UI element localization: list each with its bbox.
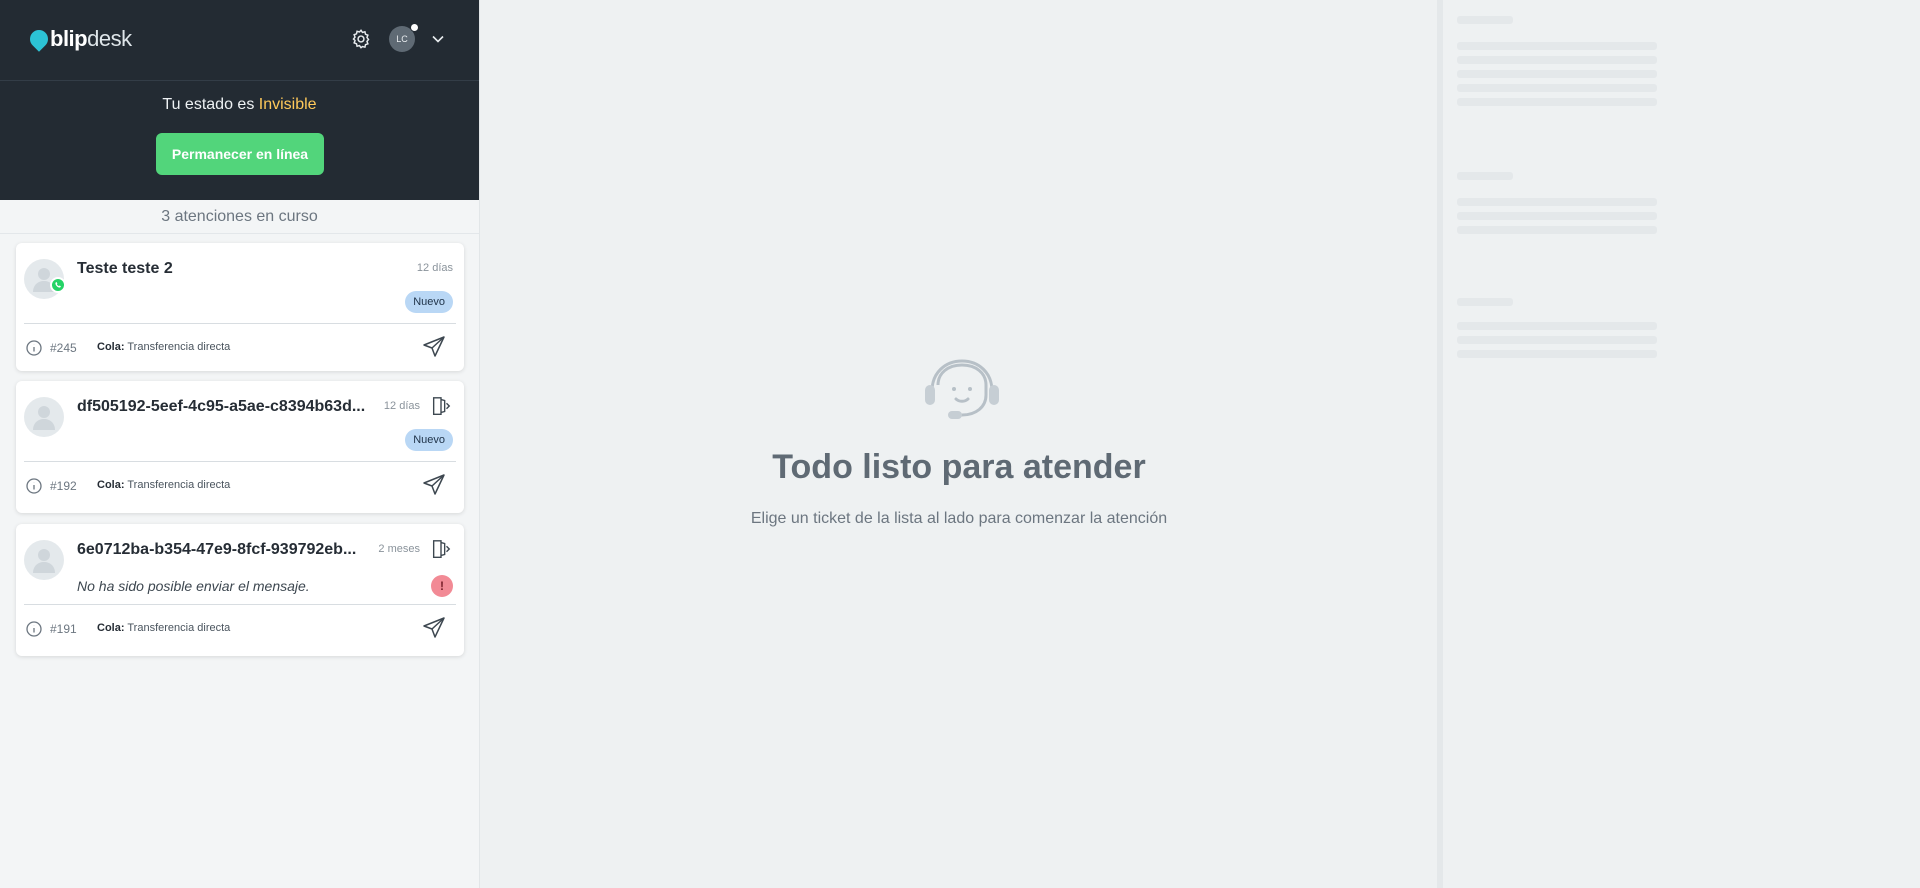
contact-details-panel [1437, 0, 1920, 888]
info-icon[interactable] [26, 340, 42, 356]
ticket-time: 12 días [416, 262, 453, 274]
contact-avatar [24, 540, 64, 580]
ticket-id: #245 [50, 341, 77, 355]
headset-agent-icon [925, 359, 999, 419]
presence-dot [410, 23, 419, 32]
tickets-sidebar: blip desk LC Tu estado es Invisible Perma… [0, 0, 480, 888]
ticket-queue: Cola: Transferencia directa [97, 341, 230, 353]
sidebar-header: blip desk LC Tu estado es Invisible Perma… [0, 0, 479, 200]
last-message: No ha sido posible enviar el mensaje. [77, 578, 310, 594]
skeleton-line [1457, 226, 1657, 234]
exit-door-icon[interactable] [430, 395, 452, 417]
skeleton-line [1457, 16, 1513, 24]
header-divider [0, 80, 479, 81]
skeleton-line [1457, 322, 1657, 330]
brand-name-light: desk [87, 26, 132, 51]
ticket-time: 2 meses [378, 543, 420, 555]
ticket-id: #192 [50, 479, 77, 493]
exit-door-icon[interactable] [430, 538, 452, 560]
new-badge: Nuevo [405, 291, 453, 313]
brand-name-bold: blip [50, 26, 88, 51]
ticket-queue: Cola: Transferencia directa [97, 622, 230, 634]
avatar-initials: LC [396, 34, 408, 44]
ticket-id: #191 [50, 622, 77, 636]
skeleton-line [1457, 172, 1513, 180]
header-actions: LC [349, 23, 445, 52]
stay-online-button[interactable]: Permanecer en línea [156, 133, 324, 175]
gear-icon[interactable] [349, 27, 373, 51]
chevron-down-icon[interactable] [431, 32, 445, 46]
status-value: Invisible [258, 96, 317, 113]
send-icon[interactable] [422, 473, 446, 497]
status-text: Tu estado es Invisible [0, 96, 479, 114]
ticket-card[interactable]: df505192-5eef-4c95-a5ae-c8394b63d... 12 … [16, 381, 464, 513]
queue-value: Transferencia directa [127, 622, 231, 634]
new-badge: Nuevo [405, 429, 453, 451]
skeleton-line [1457, 84, 1657, 92]
user-avatar[interactable]: LC [389, 23, 419, 52]
logo-mark-icon [26, 26, 52, 52]
error-badge: ! [431, 575, 453, 597]
ticket-card[interactable]: 6e0712ba-b354-47e9-8fcf-939792eb... 2 me… [16, 524, 464, 656]
skeleton-line [1457, 336, 1657, 344]
skeleton-line [1457, 98, 1657, 106]
skeleton-line [1457, 70, 1657, 78]
contact-name: Teste teste 2 [77, 260, 173, 277]
ticket-time: 12 días [383, 400, 420, 412]
queue-value: Transferencia directa [127, 479, 231, 491]
queue-label: Cola: [97, 341, 125, 353]
send-icon[interactable] [422, 335, 446, 359]
conversation-area: Todo listo para atender Elige un ticket … [481, 0, 1437, 888]
skeleton-line [1457, 198, 1657, 206]
skeleton-line [1457, 42, 1657, 50]
queue-value: Transferencia directa [127, 341, 231, 353]
blipdesk-logo: blip desk [26, 26, 132, 52]
ticket-card[interactable]: Teste teste 2 12 días Nuevo #245 Cola: T… [16, 243, 464, 371]
skeleton-line [1457, 212, 1657, 220]
status-prefix: Tu estado es [162, 96, 259, 113]
skeleton-line [1457, 350, 1657, 358]
active-tickets-count: 3 atenciones en curso [0, 204, 479, 234]
skeleton-line [1457, 56, 1657, 64]
queue-label: Cola: [97, 479, 125, 491]
info-icon[interactable] [26, 621, 42, 637]
contact-name: 6e0712ba-b354-47e9-8fcf-939792eb... [77, 541, 357, 558]
contact-name: df505192-5eef-4c95-a5ae-c8394b63d... [77, 398, 366, 415]
ticket-queue: Cola: Transferencia directa [97, 479, 230, 491]
queue-label: Cola: [97, 622, 125, 634]
whatsapp-icon [50, 277, 66, 293]
send-icon[interactable] [422, 616, 446, 640]
contact-avatar [24, 397, 64, 437]
skeleton-line [1457, 298, 1513, 306]
info-icon[interactable] [26, 478, 42, 494]
empty-state-subtitle: Elige un ticket de la lista al lado para… [750, 510, 1168, 527]
empty-state-title: Todo listo para atender [772, 448, 1146, 486]
